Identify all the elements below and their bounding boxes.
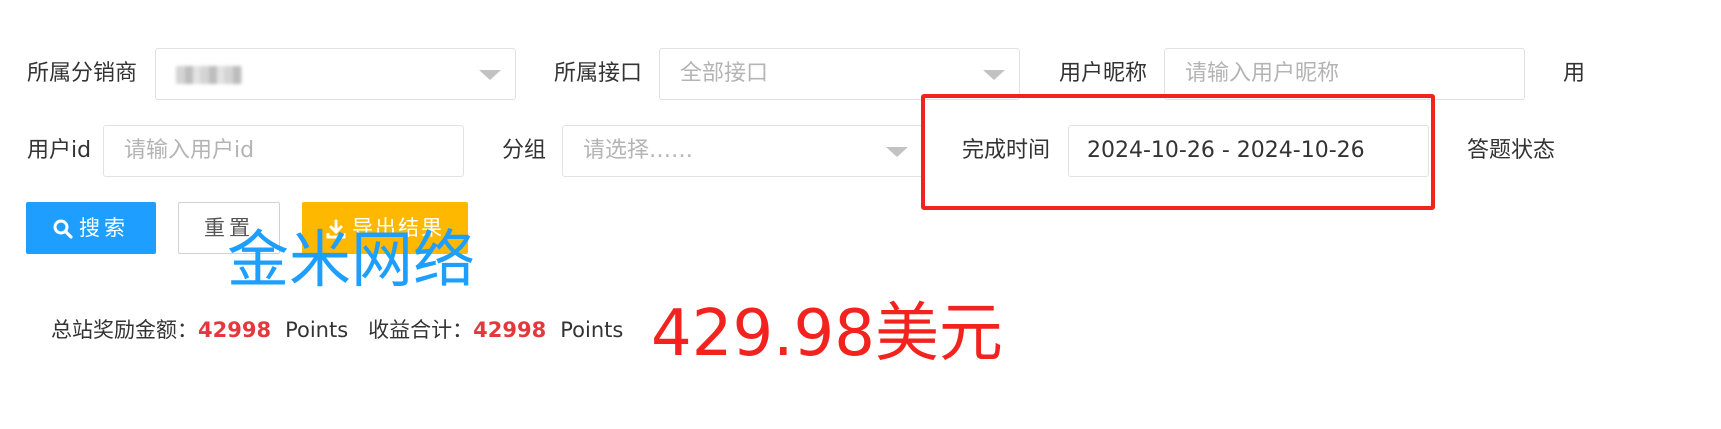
nickname-placeholder: 请输入用户昵称 [1185,61,1340,86]
watermark-text: 金米网络 [227,223,476,296]
interface-label: 所属接口 [554,61,643,86]
interface-placeholder: 全部接口 [680,61,769,86]
user-id-input[interactable]: 请输入用户id [103,125,464,177]
search-button[interactable]: 搜索 [26,202,156,254]
group-placeholder: 请选择…… [583,138,694,163]
chevron-down-icon [886,147,908,157]
group-label: 分组 [502,138,547,163]
total-reward-value: 42998 [198,318,272,342]
user-id-label: 用户id [27,138,92,163]
answer-status-label: 答题状态 [1467,138,1556,163]
cutoff-label: 用 [1563,61,1583,86]
search-icon [53,219,73,239]
distributor-select[interactable] [155,48,516,100]
nickname-label: 用户昵称 [1059,61,1148,86]
distributor-value-redacted [176,66,242,84]
highlight-frame [921,94,1435,210]
nickname-input[interactable]: 请输入用户昵称 [1164,48,1525,100]
total-reward-unit: Points [285,318,349,342]
income-label: 收益合计： [368,318,474,342]
income-value: 42998 [473,318,547,342]
interface-select[interactable]: 全部接口 [659,48,1020,100]
user-id-placeholder: 请输入用户id [124,138,255,163]
search-button-label: 搜索 [79,216,129,240]
distributor-label: 所属分销商 [27,61,138,86]
money-annotation: 429.98美元 [651,297,1003,371]
total-reward-label: 总站奖励金额： [51,318,198,342]
stats-bar: 总站奖励金额：42998 Points 收益合计：42998 Points [51,307,623,353]
group-select[interactable]: 请选择…… [562,125,923,177]
chevron-down-icon [983,70,1005,80]
income-unit: Points [560,318,624,342]
chevron-down-icon [479,70,501,80]
